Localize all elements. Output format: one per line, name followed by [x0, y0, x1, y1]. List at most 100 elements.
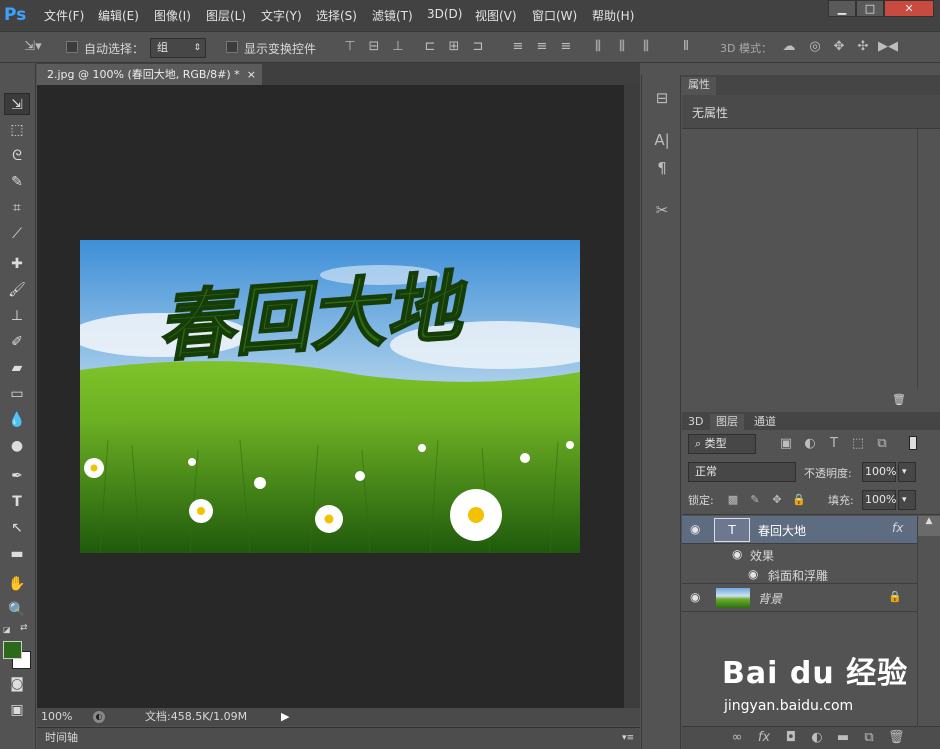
- zoom-tool-icon[interactable]: 🔍: [4, 599, 30, 621]
- menu-type[interactable]: 文字(Y): [261, 7, 302, 24]
- menu-file[interactable]: 文件(F): [44, 7, 84, 24]
- status-menu-arrow-icon[interactable]: ▶: [281, 708, 289, 726]
- properties-tab[interactable]: 属性: [682, 77, 716, 95]
- menu-edit[interactable]: 编辑(E): [98, 7, 139, 24]
- tool-presets-panel-icon[interactable]: ✂: [652, 202, 672, 218]
- layer-effect-item-row[interactable]: ◉ 斜面和浮雕: [682, 564, 917, 584]
- quick-select-tool-icon[interactable]: ✎: [4, 171, 30, 193]
- fill-dropdown-arrow-icon[interactable]: ▾: [898, 490, 916, 510]
- filter-smartobject-icon[interactable]: ⧉: [874, 436, 890, 452]
- type-tool-icon[interactable]: T: [4, 491, 30, 513]
- move-tool-preset-icon[interactable]: ⇲▾: [18, 39, 48, 55]
- lock-pixels-icon[interactable]: ✎: [748, 492, 762, 508]
- lock-position-icon[interactable]: ✥: [770, 492, 784, 508]
- opacity-dropdown-arrow-icon[interactable]: ▾: [898, 462, 916, 482]
- minimize-button[interactable]: ▁: [828, 0, 856, 17]
- lock-transparent-icon[interactable]: ▩: [726, 492, 740, 508]
- distribute-right-icon[interactable]: ⫼: [638, 39, 654, 55]
- canvas-area[interactable]: 春回大地: [37, 85, 624, 708]
- align-left-icon[interactable]: ⊏: [422, 39, 438, 55]
- menu-layer[interactable]: 图层(L): [206, 7, 246, 24]
- status-share-icon[interactable]: ◐: [93, 711, 105, 723]
- rectangle-tool-icon[interactable]: ▬: [4, 543, 30, 565]
- show-transform-checkbox[interactable]: [226, 41, 238, 53]
- link-layers-icon[interactable]: ∞: [730, 730, 744, 746]
- tab-channels[interactable]: 通道: [748, 414, 782, 430]
- align-top-icon[interactable]: ⊤: [342, 39, 358, 55]
- tab-3d[interactable]: 3D: [682, 414, 709, 430]
- menu-3d[interactable]: 3D(D): [427, 7, 462, 21]
- layer-name[interactable]: 背景: [758, 590, 782, 607]
- align-vcenter-icon[interactable]: ⊟: [366, 39, 382, 55]
- healing-brush-tool-icon[interactable]: ✚: [4, 253, 30, 275]
- layer-row-text[interactable]: ◉ T 春回大地 fx: [682, 516, 917, 544]
- path-select-tool-icon[interactable]: ↖: [4, 517, 30, 539]
- auto-select-checkbox[interactable]: [66, 41, 78, 53]
- trash-icon[interactable]: 🗑: [892, 393, 906, 406]
- layer-effects-row[interactable]: ◉ 效果: [682, 544, 917, 564]
- menu-filter[interactable]: 滤镜(T): [372, 7, 413, 24]
- visibility-eye-icon[interactable]: ◉: [690, 522, 700, 536]
- marquee-tool-icon[interactable]: ⬚: [4, 119, 30, 141]
- menu-select[interactable]: 选择(S): [316, 7, 357, 24]
- auto-align-icon[interactable]: ⫴: [678, 39, 694, 55]
- character-panel-icon[interactable]: A|: [652, 132, 672, 148]
- layer-row-background[interactable]: ◉ 背景 🔒: [682, 584, 917, 612]
- 3d-rotate-icon[interactable]: ☁: [780, 39, 798, 55]
- tab-layers[interactable]: 图层: [710, 414, 744, 430]
- 3d-pan-icon[interactable]: ✥: [830, 39, 848, 55]
- filter-adjustment-icon[interactable]: ◐: [802, 436, 818, 452]
- paragraph-panel-icon[interactable]: ¶: [652, 160, 672, 176]
- swap-colors-icon[interactable]: ⇄: [20, 623, 28, 633]
- align-bottom-icon[interactable]: ⊥: [390, 39, 406, 55]
- 3d-scale-icon[interactable]: ▶◀: [878, 39, 898, 55]
- 3d-roll-icon[interactable]: ◎: [806, 39, 824, 55]
- align-right-icon[interactable]: ⊐: [470, 39, 486, 55]
- add-mask-icon[interactable]: ◘: [784, 730, 798, 746]
- move-tool-icon[interactable]: ⇲: [4, 93, 30, 115]
- lock-all-icon[interactable]: 🔒: [792, 492, 806, 508]
- blur-tool-icon[interactable]: 💧: [4, 409, 30, 431]
- new-layer-icon[interactable]: ⧉: [862, 730, 876, 746]
- brush-tool-icon[interactable]: 🖌: [4, 279, 30, 301]
- blend-mode-dropdown[interactable]: 正常: [688, 462, 796, 482]
- fill-input[interactable]: 100%: [862, 490, 896, 510]
- screen-mode-icon[interactable]: ▣: [4, 699, 30, 721]
- document-image[interactable]: 春回大地: [80, 240, 580, 553]
- history-brush-tool-icon[interactable]: ✐: [4, 331, 30, 353]
- gradient-tool-icon[interactable]: ▭: [4, 383, 30, 405]
- timeline-tab[interactable]: 时间轴: [45, 728, 78, 748]
- layer-name[interactable]: 春回大地: [758, 522, 806, 539]
- lasso-tool-icon[interactable]: ᘓ: [4, 145, 30, 167]
- adjustment-layer-icon[interactable]: ◐: [810, 730, 824, 746]
- layer-fx-badge[interactable]: fx: [892, 521, 903, 535]
- quick-mask-icon[interactable]: ◙: [4, 673, 30, 695]
- menu-window[interactable]: 窗口(W): [532, 7, 577, 24]
- distribute-top-icon[interactable]: ≡: [510, 39, 526, 55]
- menu-help[interactable]: 帮助(H): [592, 7, 634, 24]
- visibility-eye-icon[interactable]: ◉: [690, 590, 700, 604]
- filter-pixel-icon[interactable]: ▣: [778, 436, 794, 452]
- document-tab[interactable]: 2.jpg @ 100% (春回大地, RGB/8#) * ×: [37, 64, 262, 85]
- foreground-color-swatch[interactable]: [3, 641, 22, 659]
- filter-toggle-switch[interactable]: [909, 436, 917, 450]
- default-colors-icon[interactable]: ◪: [3, 625, 11, 634]
- maximize-button[interactable]: □: [856, 0, 884, 17]
- dodge-tool-icon[interactable]: ●: [4, 435, 30, 457]
- 3d-slide-icon[interactable]: ✣: [854, 39, 872, 55]
- layer-filter-dropdown[interactable]: ⌕ 类型: [688, 434, 756, 454]
- close-window-button[interactable]: ✕: [884, 0, 934, 17]
- distribute-bottom-icon[interactable]: ≡: [558, 39, 574, 55]
- zoom-level[interactable]: 100%: [41, 708, 72, 726]
- menu-view[interactable]: 视图(V): [475, 7, 517, 24]
- auto-select-group-dropdown[interactable]: 组 ⇕: [150, 38, 206, 58]
- opacity-input[interactable]: 100%: [862, 462, 896, 482]
- close-tab-icon[interactable]: ×: [247, 64, 256, 85]
- align-hcenter-icon[interactable]: ⊞: [446, 39, 462, 55]
- distribute-vcenter-icon[interactable]: ≡: [534, 39, 550, 55]
- filter-type-icon[interactable]: T: [826, 436, 842, 452]
- menu-image[interactable]: 图像(I): [154, 7, 191, 24]
- panel-menu-icon[interactable]: ▾≡: [622, 728, 634, 748]
- visibility-eye-icon[interactable]: ◉: [748, 567, 758, 581]
- layers-scrollbar[interactable]: ▲: [918, 516, 940, 536]
